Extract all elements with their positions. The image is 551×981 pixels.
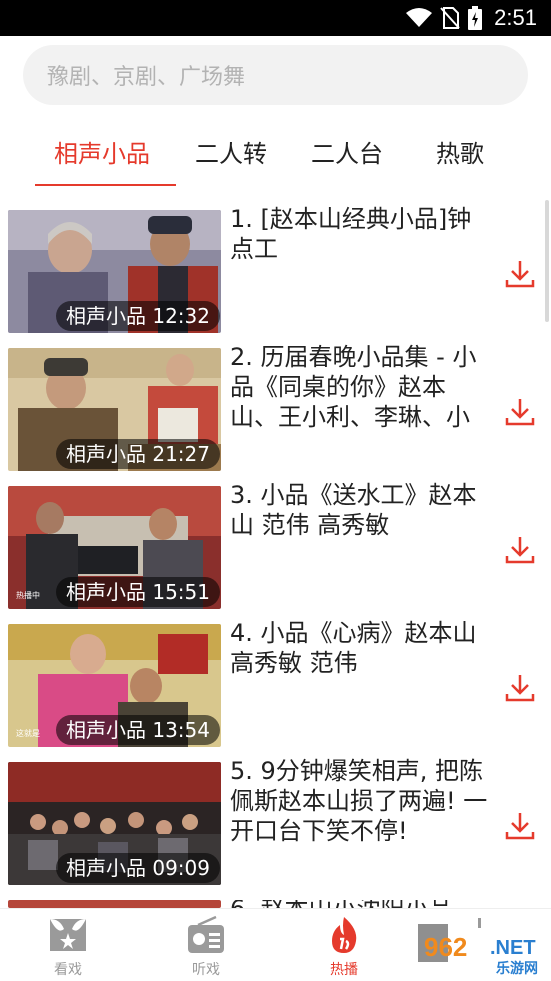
wifi-icon <box>406 8 433 28</box>
watermark: 962 .NET 乐游网 <box>418 918 548 978</box>
video-badge: 相声小品 13:54 <box>56 715 220 745</box>
nav-label: 听戏 <box>192 962 220 978</box>
download-icon[interactable] <box>504 258 536 290</box>
svg-text:.NET: .NET <box>490 937 536 959</box>
video-thumbnail[interactable]: 相声小品 21:27 <box>8 348 221 471</box>
search-placeholder: 豫剧、京剧、广场舞 <box>47 65 246 90</box>
video-title[interactable]: 2. 历届春晚小品集 - 小品《同桌的你》赵本山、王小利、李琳、小 <box>230 342 492 434</box>
video-title[interactable]: 4. 小品《心病》赵本山 高秀敏 范伟 <box>230 618 492 710</box>
svg-text:962: 962 <box>424 932 467 962</box>
search-input[interactable]: 豫剧、京剧、广场舞 <box>23 45 528 105</box>
download-icon[interactable] <box>504 534 536 566</box>
tab-hot-songs[interactable]: 热歌 <box>436 134 484 169</box>
video-thumbnail[interactable]: 这就是 相声小品 13:54 <box>8 624 221 747</box>
svg-text:这就是: 这就是 <box>16 728 40 738</box>
nav-listen-opera[interactable]: 听戏 <box>161 915 251 979</box>
video-title[interactable]: 1. [赵本山经典小品]钟点工 <box>230 204 492 296</box>
nav-hot[interactable]: 热播 <box>299 915 389 979</box>
no-sim-icon <box>440 7 460 29</box>
svg-text:热播中: 热播中 <box>16 590 40 600</box>
video-thumbnail[interactable]: 相声小品 12:32 <box>8 210 221 333</box>
status-bar: 2:51 <box>0 0 551 36</box>
tab-errenzhuan[interactable]: 二人转 <box>195 134 267 169</box>
flame-icon <box>322 915 366 955</box>
video-thumbnail[interactable] <box>8 900 221 908</box>
active-tab-indicator <box>35 184 176 186</box>
download-icon[interactable] <box>504 672 536 704</box>
battery-charging-icon <box>468 6 483 30</box>
video-title[interactable]: 6. 赵本山小沈阳小品 <box>230 900 492 908</box>
download-icon[interactable] <box>504 396 536 428</box>
theater-icon <box>46 915 90 955</box>
video-badge: 相声小品 15:51 <box>56 577 220 607</box>
watermark-text: 乐游网 <box>496 961 538 977</box>
list-item[interactable]: 6. 赵本山小沈阳小品 <box>0 900 551 908</box>
video-thumbnail[interactable]: 相声小品 09:09 <box>8 762 221 885</box>
video-badge: 相声小品 09:09 <box>56 853 220 883</box>
status-time: 2:51 <box>494 5 537 30</box>
tab-crosstalk[interactable]: 相声小品 <box>54 134 150 169</box>
tab-errentai[interactable]: 二人台 <box>311 134 383 169</box>
list-item[interactable]: 这就是 相声小品 13:54 4. 小品《心病》赵本山 高秀敏 范伟 <box>0 619 551 748</box>
list-item[interactable]: 相声小品 21:27 2. 历届春晚小品集 - 小品《同桌的你》赵本山、王小利、… <box>0 343 551 472</box>
nav-watch-opera[interactable]: 看戏 <box>23 915 113 979</box>
category-tabs: 相声小品 二人转 二人台 热歌 <box>0 122 551 188</box>
video-badge: 相声小品 12:32 <box>56 301 220 331</box>
watermark-logo: 962 .NET <box>418 918 536 962</box>
list-item[interactable]: 热播中 相声小品 15:51 3. 小品《送水工》赵本山 范伟 高秀敏 <box>0 481 551 610</box>
video-badge: 相声小品 21:27 <box>56 439 220 469</box>
radio-icon <box>184 915 228 955</box>
nav-label: 热播 <box>330 962 358 978</box>
video-title[interactable]: 5. 9分钟爆笑相声, 把陈佩斯赵本山损了两遍! 一开口台下笑不停! <box>230 756 492 848</box>
list-item[interactable]: 相声小品 12:32 1. [赵本山经典小品]钟点工 <box>0 205 551 334</box>
list-item[interactable]: 相声小品 09:09 5. 9分钟爆笑相声, 把陈佩斯赵本山损了两遍! 一开口台… <box>0 757 551 886</box>
video-thumbnail[interactable]: 热播中 相声小品 15:51 <box>8 486 221 609</box>
video-title[interactable]: 3. 小品《送水工》赵本山 范伟 高秀敏 <box>230 480 492 572</box>
nav-label: 看戏 <box>54 962 82 978</box>
download-icon[interactable] <box>504 810 536 842</box>
